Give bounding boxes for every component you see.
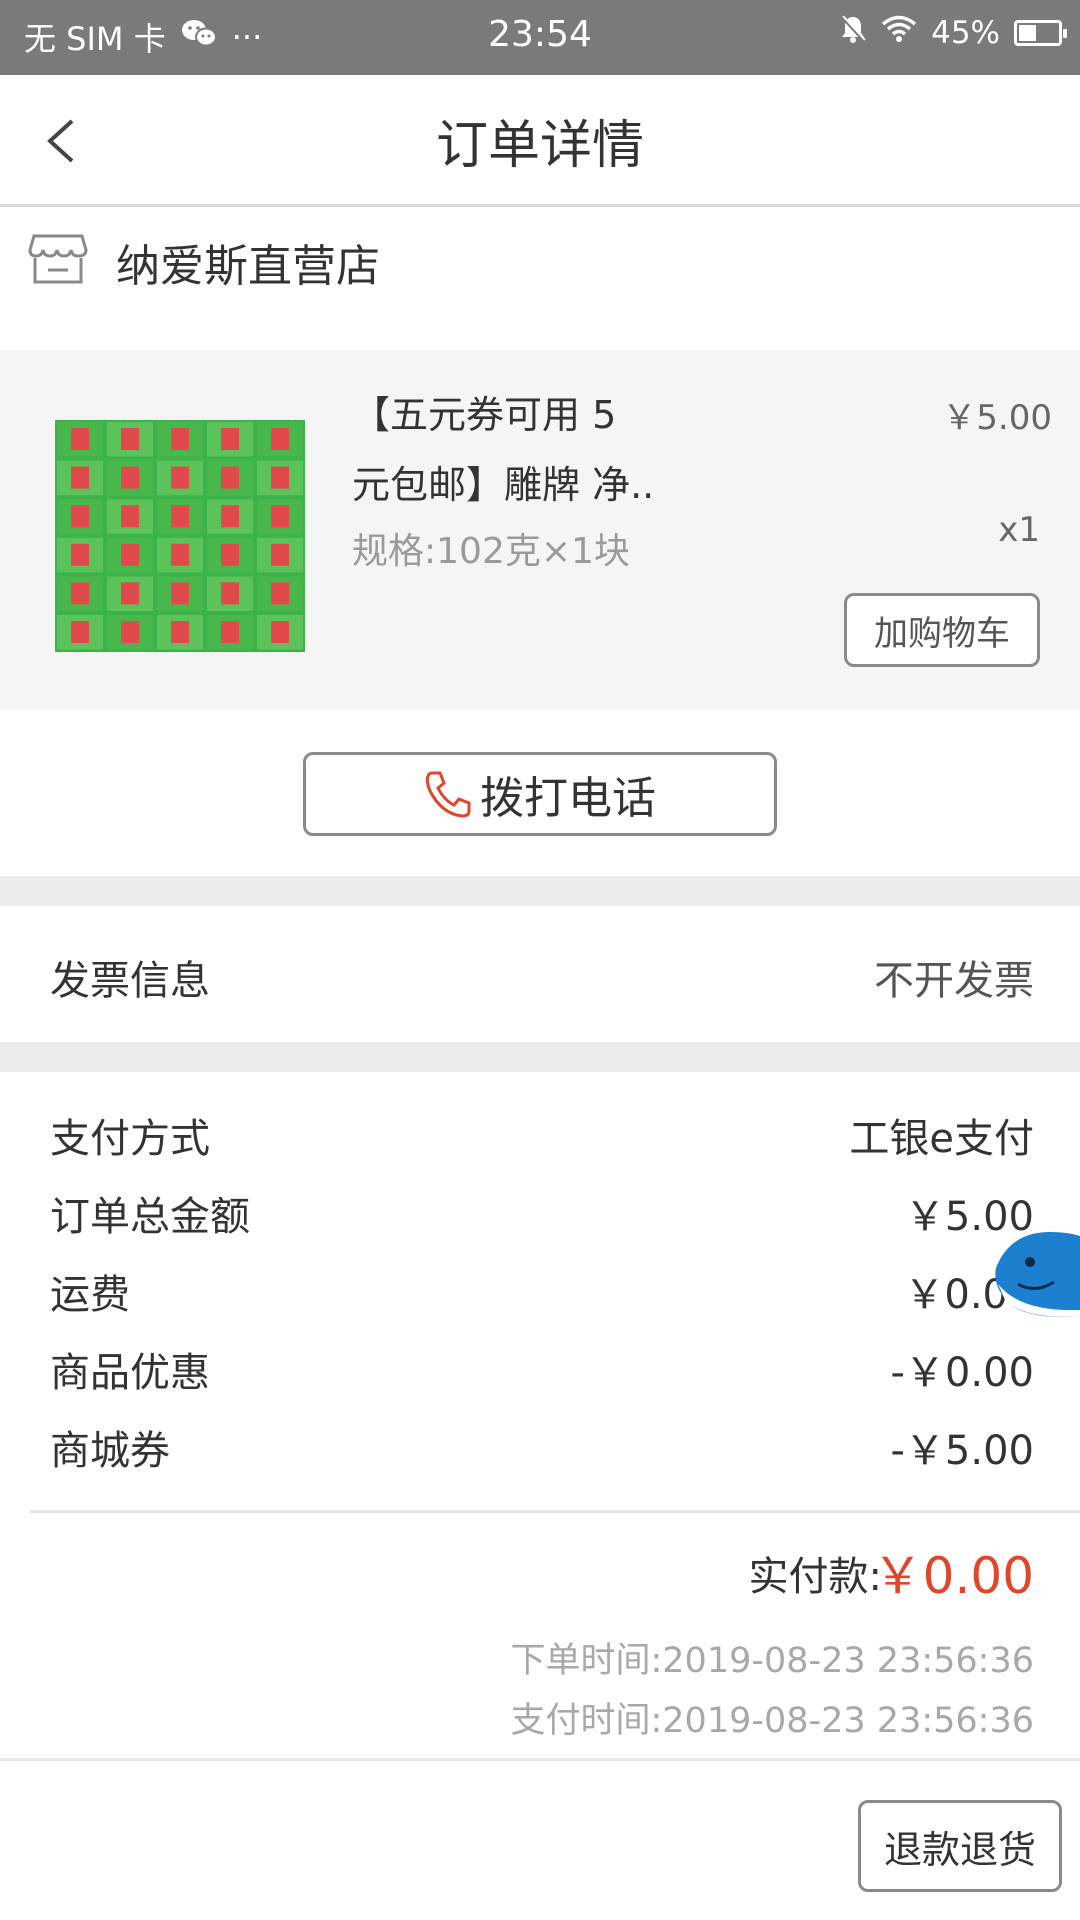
call-phone-button[interactable]: 拨打电话 (303, 752, 777, 836)
page-title: 订单详情 (435, 116, 644, 176)
shipping-label: 运费 (50, 1272, 130, 1318)
soap-logo-mark (271, 582, 289, 605)
divider (30, 1510, 1080, 1513)
mute-bell-icon (839, 14, 867, 52)
store-name: 纳爱斯直营店 (116, 241, 380, 292)
soap-logo-mark (121, 621, 139, 643)
soap-logo-mark (171, 466, 189, 489)
invoice-label: 发票信息 (50, 958, 210, 1004)
section-gap (0, 1042, 1080, 1072)
soap-logo-mark (121, 505, 139, 528)
store-header[interactable]: 纳爱斯直营店 (0, 210, 1080, 350)
soap-logo-mark (121, 428, 139, 450)
soap-logo-mark (221, 428, 239, 450)
soap-logo-mark (271, 428, 289, 450)
soap-logo-mark (121, 543, 139, 566)
mall-coupon-value: -￥5.00 (890, 1428, 1035, 1474)
soap-logo-mark (171, 505, 189, 528)
product-price: ￥5.00 (942, 398, 1052, 438)
payment-method-label: 支付方式 (50, 1116, 210, 1162)
soap-logo-mark (221, 621, 239, 643)
product-discount-label: 商品优惠 (50, 1350, 210, 1396)
soap-logo-mark (171, 621, 189, 643)
status-right: 45% (839, 14, 1067, 52)
soap-logo-mark (71, 505, 89, 528)
order-total-label: 订单总金额 (50, 1194, 250, 1240)
mall-coupon-label: 商城券 (50, 1428, 170, 1474)
soap-logo-mark (221, 505, 239, 528)
product-title: 【五元券可用 5 元包邮】雕牌 净.. (352, 380, 712, 520)
product-discount-value: -￥0.00 (890, 1350, 1035, 1396)
pay-time: 支付时间:2019-08-23 23:56:36 (510, 1701, 1034, 1741)
paid-amount: ￥0.00 (872, 1547, 1034, 1605)
soap-logo-mark (271, 621, 289, 643)
battery-level (1019, 25, 1037, 41)
wifi-icon (881, 15, 917, 51)
battery-icon (1014, 20, 1067, 46)
soap-logo-mark (221, 543, 239, 566)
nav-bar: 订单详情 (0, 75, 1080, 207)
add-to-cart-button[interactable]: 加购物车 (844, 593, 1040, 667)
paid-label: 实付款: (748, 1554, 882, 1600)
product-quantity: x1 (998, 510, 1040, 550)
soap-logo-mark (271, 466, 289, 489)
soap-logo-mark (221, 466, 239, 489)
payment-details: 支付方式 工银e支付 订单总金额 ￥5.00 运费 ￥0.0 商品优惠 -￥0.… (0, 1072, 1080, 1512)
product-spec: 规格:102克×1块 (352, 531, 630, 572)
soap-logo-mark (71, 621, 89, 643)
soap-logo-mark (271, 543, 289, 566)
soap-logo-mark (71, 543, 89, 566)
product-image (55, 420, 305, 652)
section-gap (0, 876, 1080, 906)
status-bar: 无 SIM 卡 ··· 23:54 45% (0, 0, 1080, 75)
soap-logo-mark (121, 466, 139, 489)
product-title-line1: 【五元券可用 5 (352, 393, 617, 437)
product-title-line2: 元包邮】雕牌 净.. (352, 463, 655, 507)
soap-logo-mark (71, 428, 89, 450)
battery-percent: 45% (931, 15, 1000, 51)
soap-logo-mark (71, 582, 89, 605)
store-icon (28, 232, 88, 292)
soap-logo-mark (121, 582, 139, 605)
soap-logo-mark (71, 466, 89, 489)
soap-logo-mark (221, 582, 239, 605)
invoice-row[interactable]: 发票信息 不开发票 (0, 906, 1080, 1042)
payment-method-value: 工银e支付 (849, 1116, 1034, 1162)
floating-whale-icon[interactable] (990, 1228, 1080, 1320)
refund-return-button[interactable]: 退款退货 (858, 1800, 1062, 1892)
call-phone-label: 拨打电话 (480, 773, 656, 824)
soap-logo-mark (271, 505, 289, 528)
soap-logo-mark (171, 582, 189, 605)
product-card[interactable]: 【五元券可用 5 元包邮】雕牌 净.. 规格:102克×1块 ￥5.00 x1 … (0, 350, 1080, 710)
soap-logo-mark (171, 543, 189, 566)
soap-logo-mark (171, 428, 189, 450)
phone-icon (425, 771, 471, 818)
invoice-value: 不开发票 (874, 958, 1034, 1004)
divider (0, 1758, 1080, 1761)
order-time: 下单时间:2019-08-23 23:56:36 (510, 1641, 1034, 1681)
